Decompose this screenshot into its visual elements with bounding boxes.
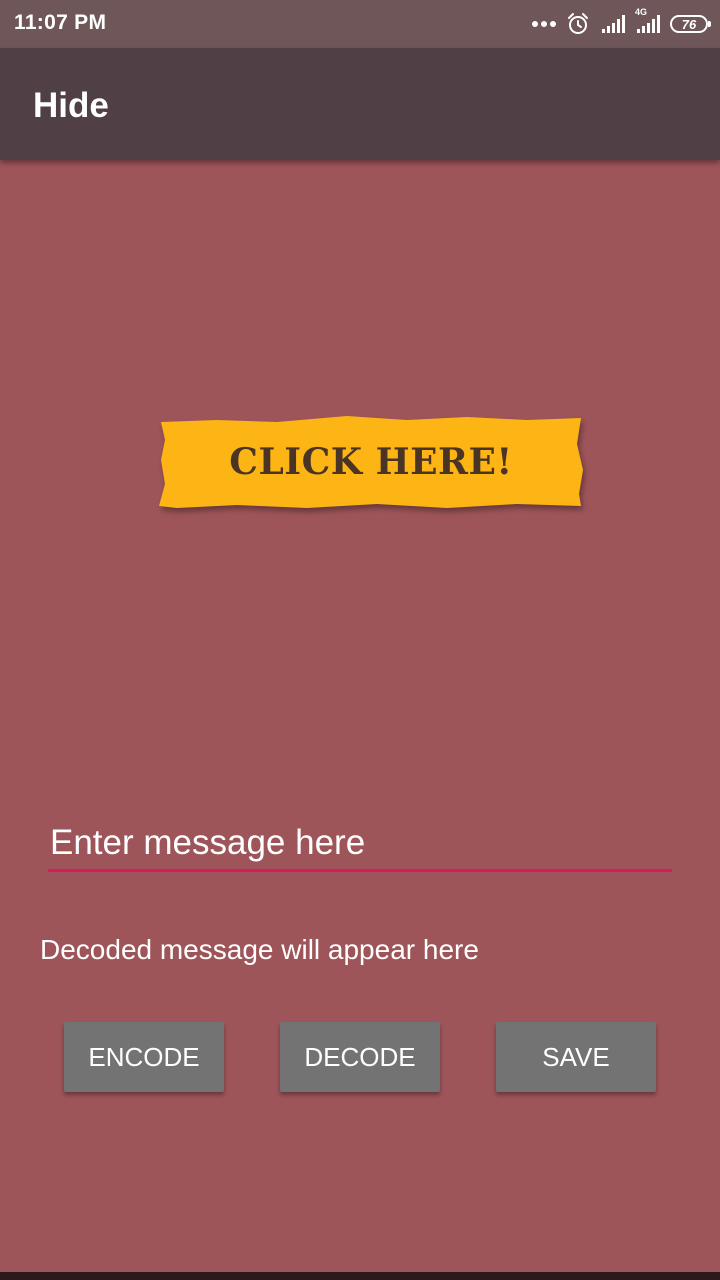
more-dots-icon <box>529 21 556 27</box>
save-button[interactable]: SAVE <box>496 1022 656 1092</box>
decoded-message-text: Decoded message will appear here <box>40 934 479 965</box>
bottom-nav-strip <box>0 1272 720 1280</box>
status-time: 11:07 PM <box>14 11 107 34</box>
battery-level: 76 <box>681 16 697 32</box>
encode-button[interactable]: ENCODE <box>64 1022 224 1092</box>
app-title: Hide <box>33 86 109 125</box>
status-icons: 4G 76 <box>519 7 711 40</box>
click-here-banner[interactable]: CLICK HERE! <box>157 414 585 510</box>
alarm-icon <box>568 13 588 34</box>
app-bar: Hide <box>0 48 720 160</box>
battery-icon: 76 <box>670 15 711 33</box>
message-input[interactable] <box>48 820 672 872</box>
signal-4g-icon: 4G <box>635 7 660 33</box>
status-bar: 11:07 PM 4G 76 <box>0 0 720 48</box>
decode-button[interactable]: DECODE <box>280 1022 440 1092</box>
signal-icon <box>600 15 625 33</box>
click-here-label: CLICK HERE! <box>229 441 513 483</box>
network-type-label: 4G <box>635 7 648 17</box>
